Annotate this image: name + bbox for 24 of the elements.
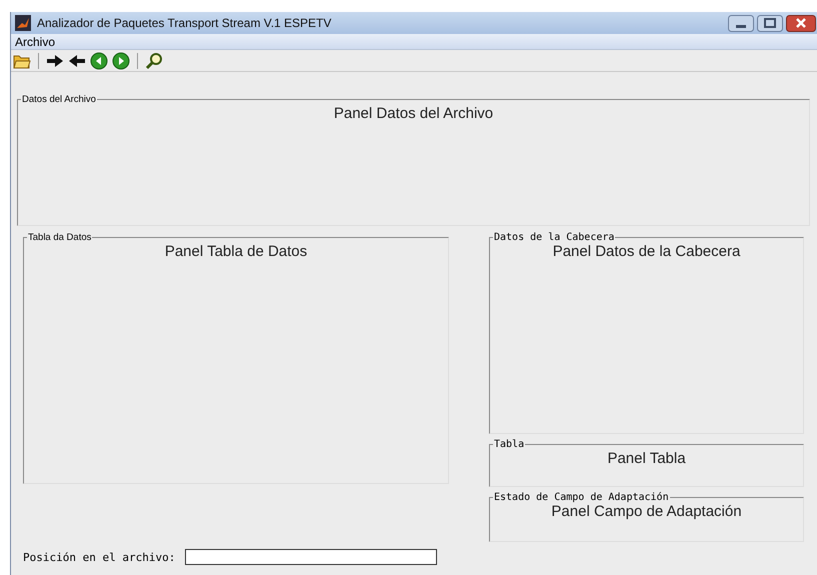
play-icon[interactable] xyxy=(112,52,130,70)
position-label: Posición en el archivo: xyxy=(23,550,176,564)
panel-title: Datos de la Cabecera xyxy=(493,232,616,243)
search-icon[interactable] xyxy=(145,52,163,70)
panel-label: Panel Datos de la Cabecera xyxy=(552,243,740,260)
panel-label: Panel Tabla xyxy=(607,450,686,467)
rewind-icon[interactable] xyxy=(90,52,108,70)
arrow-right-icon[interactable] xyxy=(46,52,64,68)
panel-label: Panel Tabla de Datos xyxy=(164,243,308,260)
panel-title: Tabla da Datos xyxy=(27,232,92,243)
minimize-button[interactable] xyxy=(728,14,754,32)
panel-title: Estado de Campo de Adaptación xyxy=(493,492,670,503)
panel-title: Datos del Archivo xyxy=(21,94,97,105)
arrow-left-icon[interactable] xyxy=(68,52,86,68)
folder-icon[interactable] xyxy=(13,52,31,68)
window-title: Analizador de Paquetes Transport Stream V.1 ESPETV xyxy=(37,16,332,30)
maximize-button[interactable] xyxy=(757,14,783,32)
close-button[interactable] xyxy=(786,14,816,32)
position-field[interactable] xyxy=(185,549,438,565)
panel-label: Panel Campo de Adaptación xyxy=(551,503,742,520)
menu-item[interactable]: Archivo xyxy=(13,34,58,48)
panel-title: Tabla xyxy=(493,439,526,450)
panel-label: Panel Datos del Archivo xyxy=(334,105,494,122)
app-icon xyxy=(15,15,31,31)
